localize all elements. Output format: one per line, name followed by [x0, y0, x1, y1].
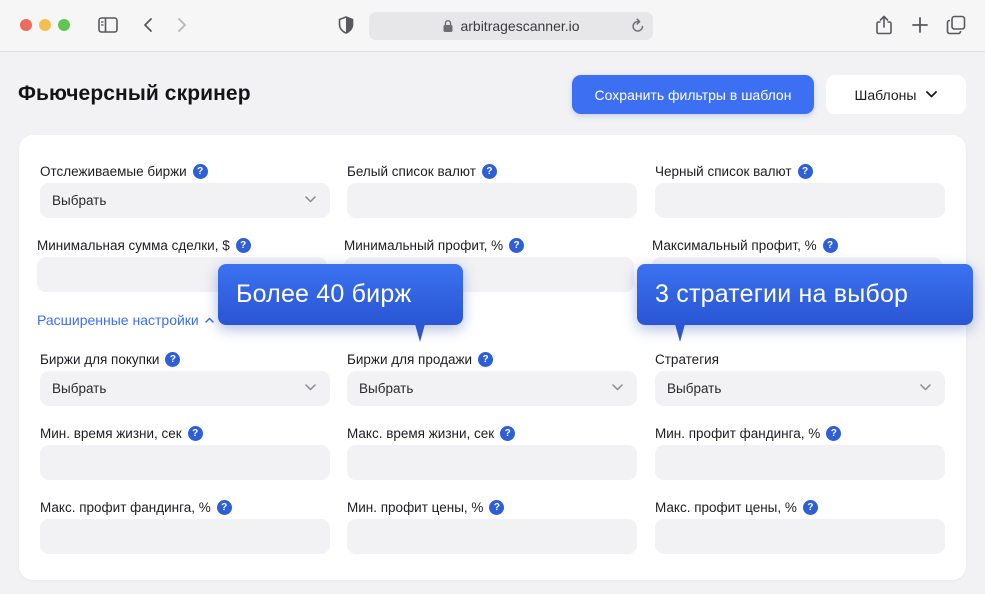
lock-icon: [443, 20, 453, 32]
share-icon[interactable]: [873, 14, 895, 36]
back-icon[interactable]: [137, 14, 159, 36]
strategy-field: Стратегия Выбрать: [655, 350, 945, 406]
url-text: arbitragescanner.io: [460, 18, 580, 34]
tracked-exchanges-select[interactable]: Выбрать: [40, 183, 330, 218]
help-icon[interactable]: ?: [489, 499, 505, 515]
chevron-down-icon: [926, 91, 938, 98]
field-label: Мин. время жизни, сек: [40, 425, 182, 441]
field-label: Мин. профит цены, %: [347, 499, 484, 515]
help-icon[interactable]: ?: [802, 499, 818, 515]
sidebar-toggle-icon[interactable]: [97, 14, 119, 36]
sell-exchanges-field: Биржи для продажи? Выбрать: [347, 350, 637, 406]
select-value: Выбрать: [667, 381, 722, 396]
callout-pointer: [675, 324, 685, 342]
help-icon[interactable]: ?: [826, 425, 842, 441]
help-icon[interactable]: ?: [187, 425, 203, 441]
field-label: Максимальный профит, %: [652, 237, 817, 253]
chevron-up-icon: [205, 317, 214, 323]
chevron-down-icon: [305, 384, 316, 391]
buy-exchanges-select[interactable]: Выбрать: [40, 371, 330, 406]
callout-strategies: 3 стратегии на выбор: [637, 264, 973, 342]
field-label: Черный список валют: [655, 163, 792, 179]
buy-exchanges-field: Биржи для покупки? Выбрать: [40, 350, 330, 406]
max-profit-field: Максимальный профит, %?: [652, 236, 942, 292]
callout-text: Более 40 бирж: [236, 280, 412, 308]
field-label: Макс. время жизни, сек: [347, 425, 495, 441]
help-icon[interactable]: ?: [216, 499, 232, 515]
help-icon[interactable]: ?: [481, 163, 497, 179]
callout-exchanges-count: Более 40 бирж: [218, 264, 463, 342]
page-title: Фьючерсный скринер: [18, 82, 251, 105]
blacklist-currencies-field: Черный список валют?: [655, 162, 945, 218]
help-icon[interactable]: ?: [235, 237, 251, 253]
max-price-profit-input[interactable]: [655, 519, 945, 554]
new-tab-icon[interactable]: [909, 14, 931, 36]
help-icon[interactable]: ?: [500, 425, 516, 441]
minimize-window-button[interactable]: [39, 19, 51, 31]
max-funding-profit-field: Макс. профит фандинга, %?: [40, 498, 330, 554]
tracked-exchanges-field: Отслеживаемые биржи? Выбрать: [40, 162, 330, 218]
field-label: Отслеживаемые биржи: [40, 163, 187, 179]
sell-exchanges-select[interactable]: Выбрать: [347, 371, 637, 406]
field-label: Белый список валют: [347, 163, 476, 179]
templates-dropdown-button[interactable]: Шаблоны: [826, 75, 966, 114]
field-label: Биржи для продажи: [347, 351, 473, 367]
select-value: Выбрать: [359, 381, 414, 396]
chevron-down-icon: [305, 196, 316, 203]
callout-pointer: [415, 324, 425, 342]
help-icon[interactable]: ?: [165, 351, 181, 367]
field-label: Макс. профит фандинга, %: [40, 499, 211, 515]
browser-toolbar: arbitragescanner.io: [0, 0, 985, 52]
whitelist-currencies-input[interactable]: [347, 183, 637, 218]
field-label: Биржи для покупки: [40, 351, 160, 367]
strategy-select[interactable]: Выбрать: [655, 371, 945, 406]
help-icon[interactable]: ?: [797, 163, 813, 179]
templates-button-label: Шаблоны: [854, 86, 917, 103]
chevron-down-icon: [612, 384, 623, 391]
forward-icon[interactable]: [171, 14, 193, 36]
min-lifetime-field: Мин. время жизни, сек?: [40, 424, 330, 480]
callout-text: 3 стратегии на выбор: [655, 280, 909, 308]
help-icon[interactable]: ?: [192, 163, 208, 179]
chevron-down-icon: [920, 384, 931, 391]
field-label: Минимальная сумма сделки, $: [37, 237, 230, 253]
privacy-shield-icon[interactable]: [335, 14, 357, 36]
advanced-settings-label: Расширенные настройки: [37, 312, 199, 328]
field-label: Макс. профит цены, %: [655, 499, 797, 515]
min-deal-amount-field: Минимальная сумма сделки, $?: [37, 236, 327, 292]
reload-icon[interactable]: [631, 18, 645, 37]
min-lifetime-input[interactable]: [40, 445, 330, 480]
max-funding-profit-input[interactable]: [40, 519, 330, 554]
min-price-profit-field: Мин. профит цены, %?: [347, 498, 637, 554]
min-funding-profit-input[interactable]: [655, 445, 945, 480]
maximize-window-button[interactable]: [58, 19, 70, 31]
max-lifetime-field: Макс. время жизни, сек?: [347, 424, 637, 480]
tab-overview-icon[interactable]: [945, 14, 967, 36]
max-price-profit-field: Макс. профит цены, %?: [655, 498, 945, 554]
field-label: Минимальный профит, %: [344, 237, 504, 253]
save-filters-template-button[interactable]: Сохранить фильтры в шаблон: [572, 75, 814, 114]
address-bar[interactable]: arbitragescanner.io: [369, 12, 653, 40]
blacklist-currencies-input[interactable]: [655, 183, 945, 218]
min-funding-profit-field: Мин. профит фандинга, %?: [655, 424, 945, 480]
field-label: Стратегия: [655, 351, 719, 367]
advanced-settings-toggle[interactable]: Расширенные настройки: [37, 312, 214, 328]
help-icon[interactable]: ?: [478, 351, 494, 367]
min-price-profit-input[interactable]: [347, 519, 637, 554]
whitelist-currencies-field: Белый список валют?: [347, 162, 637, 218]
min-profit-field: Минимальный профит, %?: [344, 236, 634, 292]
field-label: Мин. профит фандинга, %: [655, 425, 821, 441]
help-icon[interactable]: ?: [822, 237, 838, 253]
select-value: Выбрать: [52, 381, 107, 396]
select-value: Выбрать: [52, 193, 107, 208]
max-lifetime-input[interactable]: [347, 445, 637, 480]
help-icon[interactable]: ?: [509, 237, 525, 253]
close-window-button[interactable]: [20, 19, 32, 31]
